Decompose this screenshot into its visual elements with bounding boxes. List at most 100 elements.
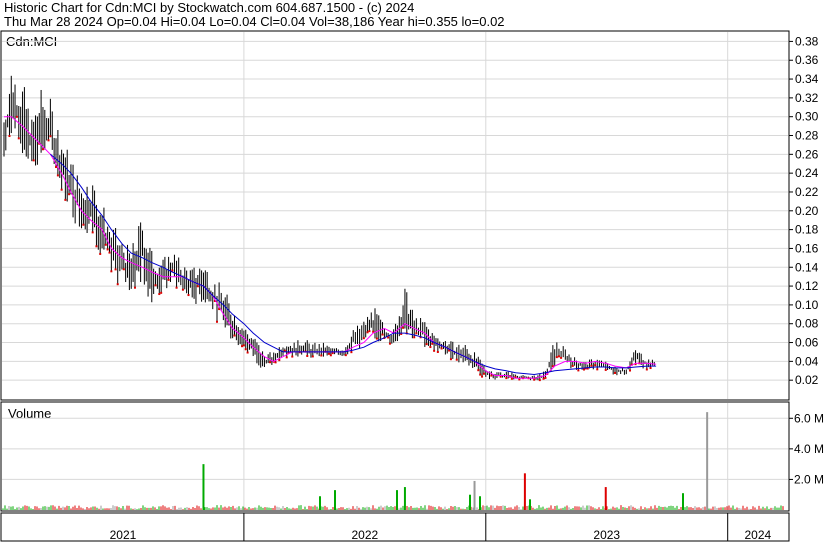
price-close-mark — [604, 368, 607, 371]
price-close-mark — [413, 336, 416, 339]
volume-tick-label: 6.0 M — [794, 411, 824, 425]
price-tick-label: 0.28 — [795, 129, 819, 143]
price-close-mark — [415, 332, 418, 335]
year-label: 2023 — [593, 528, 620, 542]
price-close-mark — [557, 355, 560, 358]
price-close-mark — [433, 349, 436, 352]
price-close-mark — [106, 248, 109, 251]
price-close-mark — [329, 354, 332, 357]
price-close-mark — [158, 293, 161, 296]
price-tick-label: 0.24 — [795, 166, 819, 180]
year-label: 2021 — [110, 528, 137, 542]
price-close-mark — [542, 377, 545, 380]
price-close-mark — [160, 291, 163, 294]
price-close-mark — [368, 330, 371, 333]
price-close-mark — [538, 379, 541, 382]
price-close-mark — [49, 135, 52, 138]
price-tick-label: 0.14 — [795, 260, 819, 274]
price-close-mark — [55, 166, 58, 169]
price-close-mark — [555, 356, 558, 359]
price-close-mark — [366, 331, 369, 334]
price-close-mark — [344, 354, 347, 357]
price-close-mark — [246, 351, 249, 354]
volume-tick-label: 4.0 M — [794, 442, 824, 456]
price-close-mark — [544, 376, 547, 379]
price-close-mark — [285, 356, 288, 359]
price-close-mark — [15, 115, 18, 118]
price-close-mark — [436, 350, 439, 353]
price-close-mark — [242, 344, 245, 347]
price-close-mark — [590, 364, 593, 367]
price-close-mark — [440, 347, 443, 350]
price-close-mark — [596, 368, 599, 371]
price-tick-label: 0.20 — [795, 204, 819, 218]
price-close-mark — [116, 283, 119, 286]
price-tick-label: 0.06 — [795, 336, 819, 350]
price-close-mark — [577, 369, 580, 372]
price-close-mark — [533, 378, 536, 381]
price-close-mark — [479, 373, 482, 376]
price-tick-label: 0.22 — [795, 185, 819, 199]
price-close-mark — [311, 355, 314, 358]
price-close-mark — [175, 286, 178, 289]
price-close-mark — [482, 372, 485, 375]
price-close-mark — [571, 364, 574, 367]
price-close-mark — [429, 346, 432, 349]
price-close-mark — [490, 374, 493, 377]
price-close-mark — [449, 358, 452, 361]
price-tick-label: 0.08 — [795, 317, 819, 331]
price-close-mark — [388, 342, 391, 345]
price-close-mark — [649, 367, 652, 370]
price-close-mark — [196, 285, 199, 288]
price-close-mark — [269, 361, 272, 364]
price-tick-label: 0.38 — [795, 34, 819, 48]
price-close-mark — [362, 337, 365, 340]
price-close-mark — [331, 352, 334, 355]
price-close-mark — [350, 351, 353, 354]
price-axis: 0.02 0.04 0.06 0.08 0.10 0.12 0.14 0.16 0.18 0.20… — [789, 34, 819, 387]
year-label: 2022 — [351, 528, 378, 542]
volume-tick-label: 2.0 M — [794, 472, 824, 486]
price-close-mark — [431, 342, 434, 345]
price-close-mark — [133, 286, 136, 289]
price-close-mark — [68, 193, 71, 196]
price-tick-label: 0.04 — [795, 354, 819, 368]
volume-axis: 2.0 M 4.0 M 6.0 M — [789, 411, 824, 486]
price-close-mark — [47, 139, 50, 142]
price-close-mark — [505, 377, 508, 380]
price-close-mark — [241, 345, 244, 348]
price-close-mark — [110, 270, 113, 273]
price-close-mark — [95, 245, 98, 248]
price-close-mark — [645, 368, 648, 371]
price-close-mark — [82, 223, 85, 226]
price-close-mark — [122, 268, 125, 271]
price-close-mark — [455, 358, 458, 361]
price-tick-label: 0.12 — [795, 279, 819, 293]
price-close-mark — [614, 371, 617, 374]
price-close-mark — [594, 364, 597, 367]
price-close-mark — [154, 284, 157, 287]
price-close-mark — [60, 188, 63, 191]
price-close-mark — [215, 320, 218, 323]
price-tick-label: 0.30 — [795, 110, 819, 124]
price-close-mark — [17, 137, 20, 140]
price-close-mark — [244, 348, 247, 351]
price-close-mark — [56, 174, 59, 177]
price-close-mark — [560, 356, 563, 359]
price-tick-label: 0.16 — [795, 241, 819, 255]
price-close-mark — [114, 268, 117, 271]
year-label: 2024 — [744, 528, 771, 542]
price-close-mark — [32, 159, 35, 162]
price-close-mark — [481, 375, 484, 378]
price-close-mark — [181, 288, 184, 291]
price-close-mark — [477, 369, 480, 372]
price-close-mark — [320, 354, 323, 357]
price-close-mark — [233, 334, 236, 337]
price-tick-label: 0.02 — [795, 373, 819, 387]
price-close-mark — [64, 198, 67, 201]
price-tick-label: 0.32 — [795, 91, 819, 105]
price-close-mark — [187, 294, 190, 297]
price-close-mark — [510, 377, 513, 380]
price-close-mark — [425, 343, 428, 346]
price-tick-label: 0.26 — [795, 147, 819, 161]
